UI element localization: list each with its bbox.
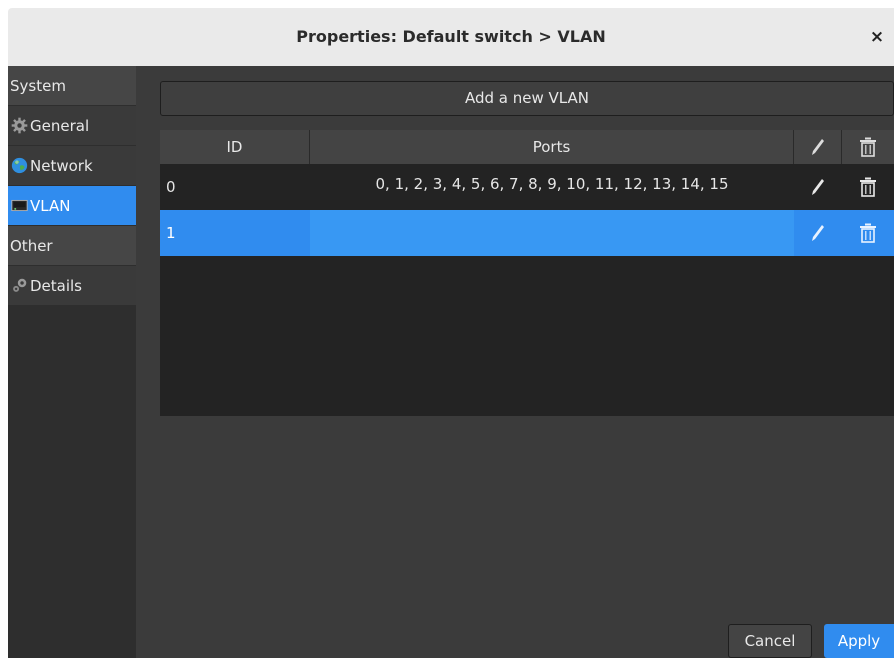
table-row[interactable]: 0 0, 1, 2, 3, 4, 5, 6, 7, 8, 9, 10, 11, …: [160, 164, 894, 210]
sidebar-item-details[interactable]: Details: [8, 266, 136, 306]
edit-row-button[interactable]: [794, 164, 842, 210]
column-header-edit: [794, 130, 842, 164]
table-row[interactable]: 1: [160, 210, 894, 256]
vlan-ports-cell: [310, 210, 794, 256]
sidebar-item-label: Details: [30, 276, 83, 295]
title-bar: Properties: Default switch > VLAN ×: [8, 8, 894, 66]
table-header: ID Ports: [160, 130, 894, 164]
cancel-button[interactable]: Cancel: [728, 624, 812, 658]
vlan-table: ID Ports 0 0, 1, 2, 3, 4, 5, 6, 7, 8, 9,…: [160, 130, 894, 416]
globe-icon: [10, 157, 28, 175]
apply-button[interactable]: Apply: [824, 624, 894, 658]
delete-row-button[interactable]: [842, 210, 894, 256]
switch-icon: [10, 197, 28, 215]
main-panel: Add a new VLAN ID Ports 0 0, 1, 2, 3, 4,…: [136, 66, 894, 658]
close-button[interactable]: ×: [866, 8, 888, 66]
trash-icon: [859, 130, 877, 164]
column-header-id[interactable]: ID: [160, 130, 310, 164]
vlan-id-cell: 1: [166, 224, 176, 242]
add-vlan-button[interactable]: Add a new VLAN: [160, 81, 894, 116]
sidebar-item-general[interactable]: General: [8, 106, 136, 146]
edit-row-button[interactable]: [794, 210, 842, 256]
window-title: Properties: Default switch > VLAN: [296, 27, 606, 46]
sidebar-section-other: Other: [8, 226, 136, 266]
sidebar: System General Network VLAN Other Detail…: [8, 66, 136, 658]
sidebar-item-network[interactable]: Network: [8, 146, 136, 186]
sidebar-item-label: VLAN: [30, 196, 71, 215]
sidebar-item-label: Network: [30, 156, 93, 175]
edit-icon: [811, 178, 825, 196]
trash-icon: [859, 177, 877, 197]
delete-row-button[interactable]: [842, 164, 894, 210]
vlan-id-cell: 0: [166, 178, 176, 196]
sidebar-item-vlan[interactable]: VLAN: [8, 186, 136, 226]
column-header-delete: [842, 130, 894, 164]
trash-icon: [859, 223, 877, 243]
vlan-ports-cell: 0, 1, 2, 3, 4, 5, 6, 7, 8, 9, 10, 11, 12…: [375, 175, 729, 193]
edit-icon: [811, 130, 825, 164]
edit-icon: [811, 224, 825, 242]
column-header-ports[interactable]: Ports: [310, 130, 794, 164]
dialog-body: System General Network VLAN Other Detail…: [8, 66, 894, 658]
gear-icon: [10, 117, 28, 135]
gears-icon: [10, 277, 28, 295]
sidebar-item-label: General: [30, 116, 90, 135]
sidebar-section-system: System: [8, 66, 136, 106]
